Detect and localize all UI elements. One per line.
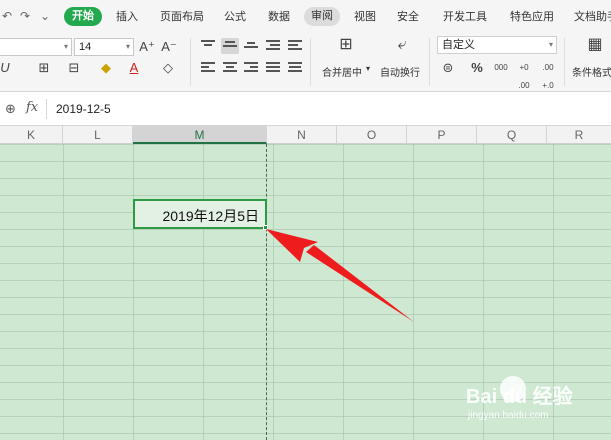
watermark-subtitle: jingyan.baidu.com [468, 410, 549, 421]
arrow-shape [266, 229, 414, 322]
arrow-shaft [306, 245, 414, 322]
watermark: Bai du 经验 jingyan.baidu.com [452, 372, 602, 432]
watermark-title: Bai du 经验 [466, 386, 573, 408]
